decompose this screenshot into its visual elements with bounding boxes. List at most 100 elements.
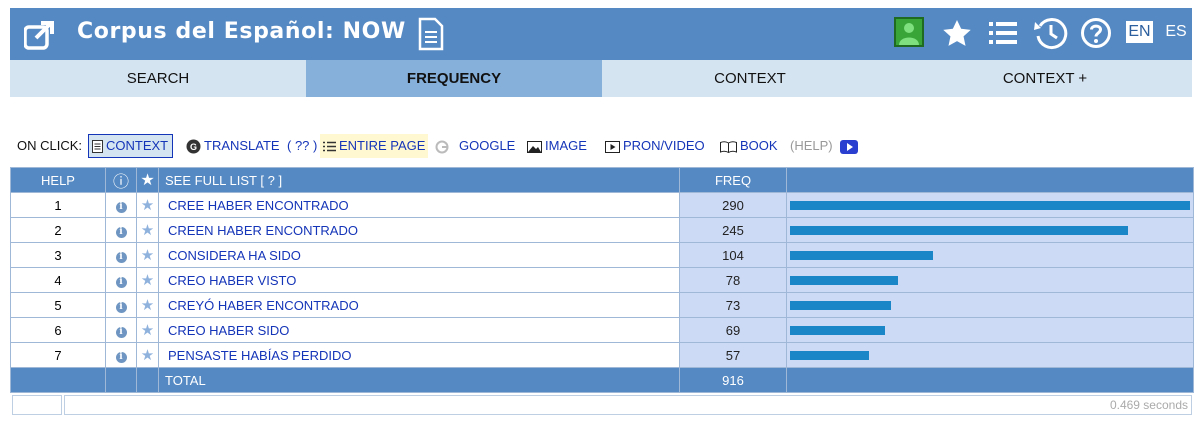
option-translate[interactable]: G TRANSLATE: [186, 134, 280, 158]
freq-bar: [790, 226, 1128, 235]
table-row: 1 i ★ CREE HABER ENCONTRADO 290: [10, 192, 1194, 218]
help-icon[interactable]: [1080, 17, 1112, 49]
list-icon[interactable]: [988, 20, 1018, 46]
external-link-icon[interactable]: [24, 20, 56, 50]
favorite-star-icon[interactable]: ★: [136, 292, 159, 318]
row-number: 7: [10, 342, 106, 368]
header-see-full-list[interactable]: SEE FULL LIST [ ? ]: [158, 167, 680, 193]
document-icon: [92, 140, 103, 154]
word-link[interactable]: CREO HABER VISTO: [158, 267, 680, 293]
freq-bar-cell: [786, 192, 1194, 218]
favorite-star-icon[interactable]: ★: [136, 192, 159, 218]
option-help-link[interactable]: (HELP): [790, 134, 833, 158]
total-label: TOTAL: [158, 367, 680, 393]
option-pron-video-label: PRON/VIDEO: [623, 138, 705, 153]
table-row: 6 i ★ CREO HABER SIDO 69: [10, 317, 1194, 343]
row-number: 2: [10, 217, 106, 243]
row-number: 3: [10, 242, 106, 268]
freq-bar-cell: [786, 342, 1194, 368]
favorite-star-icon[interactable]: ★: [136, 217, 159, 243]
info-icon[interactable]: i: [105, 192, 137, 218]
freq-bar: [790, 326, 885, 335]
language-es-button[interactable]: ES: [1164, 21, 1188, 43]
youtube-play-icon[interactable]: [840, 134, 858, 158]
freq-bar-cell: [786, 217, 1194, 243]
header-bar: [786, 167, 1194, 193]
freq-bar-cell: [786, 267, 1194, 293]
freq-bar-cell: [786, 292, 1194, 318]
option-context[interactable]: CONTEXT: [88, 134, 174, 158]
freq-bar: [790, 251, 933, 260]
word-link[interactable]: CREE HABER ENCONTRADO: [158, 192, 680, 218]
status-box: [12, 395, 62, 415]
app-header: Corpus del Español: NOW EN ES: [10, 8, 1192, 60]
option-entire-page-label: ENTIRE PAGE: [339, 138, 426, 153]
tab-context[interactable]: CONTEXT: [602, 60, 898, 97]
option-book[interactable]: BOOK: [720, 134, 778, 158]
document-icon[interactable]: [418, 17, 444, 51]
word-link[interactable]: PENSASTE HABÍAS PERDIDO: [158, 342, 680, 368]
freq-bar-cell: [786, 242, 1194, 268]
favorite-star-icon[interactable]: ★: [136, 242, 159, 268]
freq-value: 245: [679, 217, 787, 243]
favorite-star-icon[interactable]: ★: [136, 317, 159, 343]
image-icon: [527, 140, 542, 153]
word-link[interactable]: CREYÓ HABER ENCONTRADO: [158, 292, 680, 318]
option-image-label: IMAGE: [545, 138, 587, 153]
translate-help-link[interactable]: ( ?? ): [287, 134, 317, 158]
freq-value: 57: [679, 342, 787, 368]
query-time: 0.469 seconds: [1109, 398, 1188, 412]
history-icon[interactable]: [1032, 16, 1068, 50]
row-number: 6: [10, 317, 106, 343]
tab-context-plus[interactable]: CONTEXT +: [898, 60, 1192, 97]
table-row: 7 i ★ PENSASTE HABÍAS PERDIDO 57: [10, 342, 1194, 368]
info-icon[interactable]: i: [105, 292, 137, 318]
status-bar: 0.469 seconds: [64, 395, 1192, 415]
info-icon[interactable]: i: [105, 242, 137, 268]
freq-value: 78: [679, 267, 787, 293]
info-icon[interactable]: i: [105, 342, 137, 368]
translate-icon: G: [186, 139, 201, 154]
option-translate-label: TRANSLATE: [204, 138, 280, 153]
table-row: 2 i ★ CREEN HABER ENCONTRADO 245: [10, 217, 1194, 243]
header-info-icon: ⓘ: [105, 167, 137, 193]
info-icon[interactable]: i: [105, 317, 137, 343]
user-avatar-icon[interactable]: [894, 17, 924, 47]
google-icon: [435, 140, 449, 154]
option-entire-page[interactable]: ENTIRE PAGE: [320, 134, 429, 158]
book-icon: [720, 140, 737, 153]
option-pron-video[interactable]: PRON/VIDEO: [605, 134, 705, 158]
star-icon[interactable]: [940, 18, 974, 50]
row-number: 5: [10, 292, 106, 318]
freq-bar: [790, 276, 898, 285]
freq-bar: [790, 201, 1190, 210]
freq-bar: [790, 301, 891, 310]
option-image[interactable]: IMAGE: [527, 134, 587, 158]
header-help[interactable]: HELP: [10, 167, 106, 193]
app-title: Corpus del Español: NOW: [77, 19, 406, 44]
frequency-table: HELP ⓘ ★ SEE FULL LIST [ ? ] FREQ 1 i ★ CRE…: [10, 167, 1194, 393]
svg-text:G: G: [190, 142, 197, 152]
freq-value: 69: [679, 317, 787, 343]
header-star-icon: ★: [136, 167, 159, 193]
word-link[interactable]: CONSIDERA HA SIDO: [158, 242, 680, 268]
header-freq: FREQ: [679, 167, 787, 193]
favorite-star-icon[interactable]: ★: [136, 267, 159, 293]
language-en-button[interactable]: EN: [1126, 21, 1153, 43]
tab-frequency[interactable]: FREQUENCY: [306, 60, 602, 97]
freq-value: 104: [679, 242, 787, 268]
favorite-star-icon[interactable]: ★: [136, 342, 159, 368]
info-icon[interactable]: i: [105, 217, 137, 243]
info-icon[interactable]: i: [105, 267, 137, 293]
freq-value: 290: [679, 192, 787, 218]
option-google[interactable]: GOOGLE: [435, 134, 515, 158]
freq-value: 73: [679, 292, 787, 318]
freq-bar-cell: [786, 317, 1194, 343]
list-icon: [323, 141, 336, 152]
word-link[interactable]: CREO HABER SIDO: [158, 317, 680, 343]
tab-search[interactable]: SEARCH: [10, 60, 306, 97]
row-number: 4: [10, 267, 106, 293]
word-link[interactable]: CREEN HABER ENCONTRADO: [158, 217, 680, 243]
on-click-label: ON CLICK:: [17, 138, 83, 153]
table-row: 5 i ★ CREYÓ HABER ENCONTRADO 73: [10, 292, 1194, 318]
